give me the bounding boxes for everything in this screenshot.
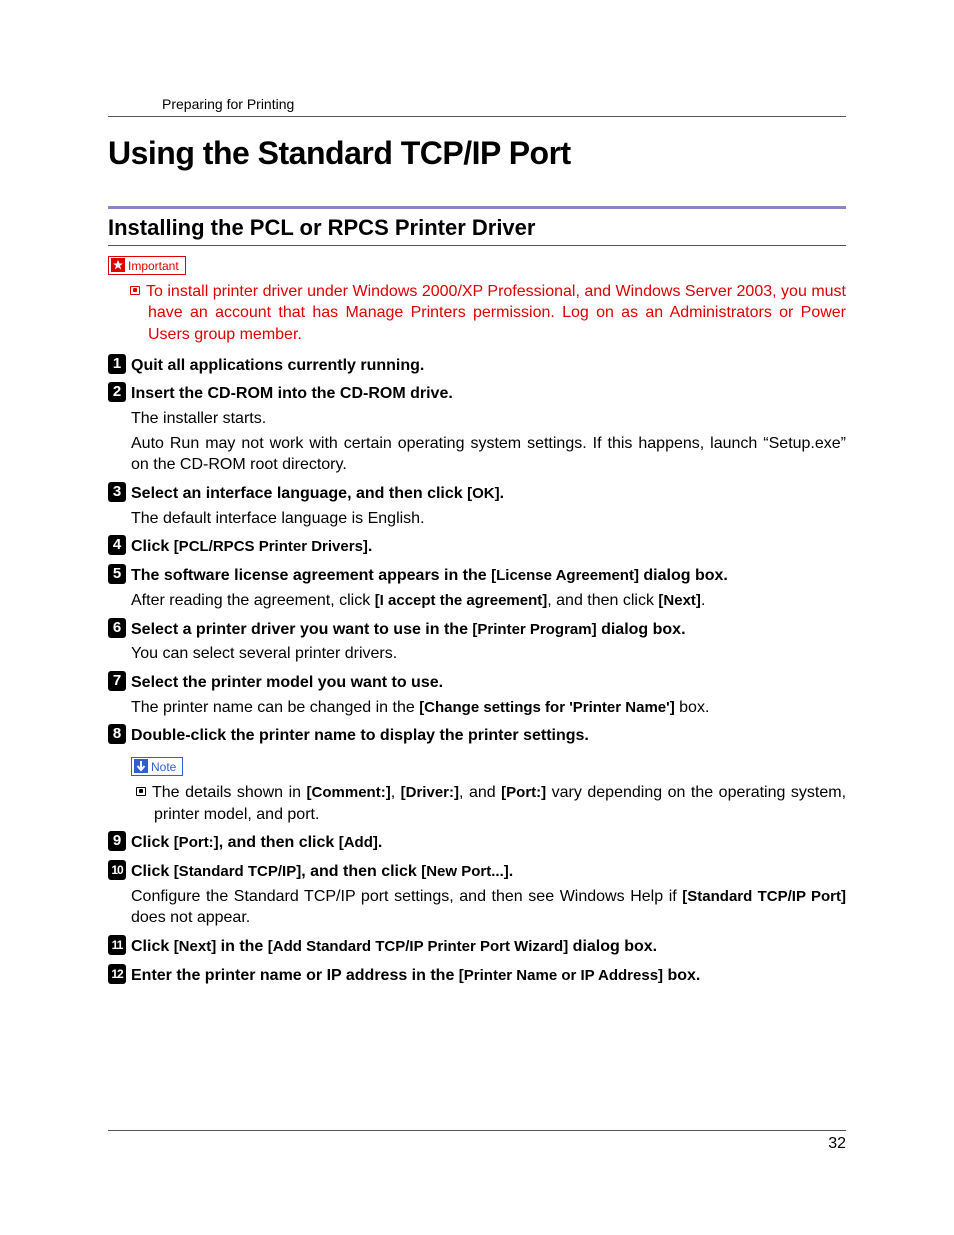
section-rule xyxy=(108,206,846,209)
step-number-icon: 11 xyxy=(108,935,126,955)
page-footer: 32 xyxy=(108,1130,846,1153)
step-11: 11 Click [Next] in the [Add Standard TCP… xyxy=(108,937,846,958)
note-text: The details shown in [Comment:], [Driver… xyxy=(108,782,846,825)
bullet-icon xyxy=(130,286,140,295)
step-body: After reading the agreement, click [I ac… xyxy=(108,590,846,612)
step-title: Quit all applications currently running. xyxy=(131,357,424,374)
header-divider xyxy=(108,116,846,117)
step-body: The installer starts. xyxy=(108,408,846,430)
note-wrap: Note xyxy=(108,749,846,780)
step-1: 1 Quit all applications currently runnin… xyxy=(108,356,846,377)
step-body: The printer name can be changed in the [… xyxy=(108,697,846,719)
step-number-icon: 10 xyxy=(108,860,126,880)
page-title: Using the Standard TCP/IP Port xyxy=(108,135,846,172)
step-number-icon: 5 xyxy=(108,564,126,584)
step-number-icon: 4 xyxy=(108,535,126,555)
step-12: 12 Enter the printer name or IP address … xyxy=(108,966,846,987)
step-title: Insert the CD-ROM into the CD-ROM drive. xyxy=(131,385,453,402)
step-body: Auto Run may not work with certain opera… xyxy=(108,433,846,476)
step-7: 7 Select the printer model you want to u… xyxy=(108,673,846,694)
step-8: 8 Double-click the printer name to displ… xyxy=(108,726,846,747)
step-5: 5 The software license agreement appears… xyxy=(108,566,846,587)
step-title: Click [Standard TCP/IP], and then click … xyxy=(131,863,513,880)
important-label: Important xyxy=(128,259,179,273)
page: Preparing for Printing Using the Standar… xyxy=(0,0,954,1235)
step-number-icon: 6 xyxy=(108,618,126,638)
section-heading: Installing the PCL or RPCS Printer Drive… xyxy=(108,215,846,246)
step-number-icon: 8 xyxy=(108,724,126,744)
step-title: Select an interface language, and then c… xyxy=(131,485,504,502)
step-title: Click [PCL/RPCS Printer Drivers]. xyxy=(131,538,372,555)
step-title: Enter the printer name or IP address in … xyxy=(131,967,700,984)
breadcrumb: Preparing for Printing xyxy=(108,96,846,116)
step-title: The software license agreement appears i… xyxy=(131,567,728,584)
important-badge: Important xyxy=(108,256,186,275)
step-4: 4 Click [PCL/RPCS Printer Drivers]. xyxy=(108,537,846,558)
step-body: You can select several printer drivers. xyxy=(108,643,846,665)
step-number-icon: 9 xyxy=(108,831,126,851)
step-title: Select the printer model you want to use… xyxy=(131,674,443,691)
step-title: Select a printer driver you want to use … xyxy=(131,621,686,638)
page-number: 32 xyxy=(828,1135,846,1152)
step-body: The default interface language is Englis… xyxy=(108,508,846,530)
step-6: 6 Select a printer driver you want to us… xyxy=(108,620,846,641)
step-number-icon: 12 xyxy=(108,964,126,984)
star-icon xyxy=(111,258,125,272)
bullet-icon xyxy=(136,787,146,796)
step-body: Configure the Standard TCP/IP port setti… xyxy=(108,886,846,929)
step-number-icon: 7 xyxy=(108,671,126,691)
step-number-icon: 3 xyxy=(108,482,126,502)
step-number-icon: 2 xyxy=(108,382,126,402)
step-title: Click [Next] in the [Add Standard TCP/IP… xyxy=(131,938,657,955)
important-text: To install printer driver under Windows … xyxy=(108,281,846,346)
step-3: 3 Select an interface language, and then… xyxy=(108,484,846,505)
step-title: Double-click the printer name to display… xyxy=(131,727,589,744)
step-9: 9 Click [Port:], and then click [Add]. xyxy=(108,833,846,854)
step-10: 10 Click [Standard TCP/IP], and then cli… xyxy=(108,862,846,883)
step-number-icon: 1 xyxy=(108,354,126,374)
note-label: Note xyxy=(151,760,176,774)
note-badge: Note xyxy=(131,757,183,776)
step-title: Click [Port:], and then click [Add]. xyxy=(131,834,382,851)
step-2: 2 Insert the CD-ROM into the CD-ROM driv… xyxy=(108,384,846,405)
arrow-down-icon xyxy=(134,759,148,773)
